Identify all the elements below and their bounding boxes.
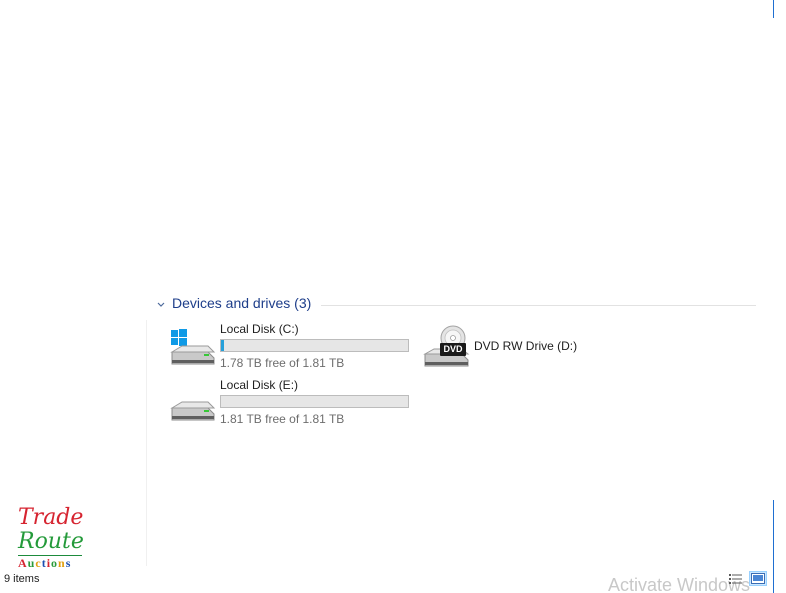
drive-name-e: Local Disk (E:) — [220, 378, 299, 392]
large-icons-view-icon[interactable] — [749, 571, 767, 586]
group-title: Devices and drives (3) — [172, 297, 312, 311]
logo-letter: n — [58, 556, 66, 570]
logo-line-trade: Trade — [18, 505, 84, 530]
group-divider-line — [321, 304, 756, 306]
capacity-bar-e — [220, 395, 409, 408]
drive-name-d: DVD RW Drive (D:) — [474, 339, 578, 353]
drive-name-c: Local Disk (C:) — [220, 322, 299, 336]
navigation-pane-divider[interactable] — [146, 320, 147, 566]
hard-drive-icon — [168, 378, 216, 426]
logo-line-auctions: Auctions — [18, 556, 88, 570]
file-explorer-window: Devices and drives (3) Local Disk (C:) 1… — [0, 0, 786, 593]
drive-item-d[interactable]: DVD DVD RW Drive (D:) — [422, 324, 577, 372]
dvd-icon-label: DVD — [443, 344, 463, 354]
window-border-top — [773, 0, 774, 18]
trade-route-auctions-logo: Trade Route Auctions — [18, 506, 88, 572]
drive-free-c: 1.78 TB free of 1.81 TB — [220, 356, 345, 370]
details-view-icon[interactable] — [728, 572, 744, 585]
window-border-bottom — [773, 500, 774, 593]
logo-letter: s — [65, 556, 72, 570]
drive-item-e[interactable]: Local Disk (E:) 1.81 TB free of 1.81 TB — [168, 378, 409, 426]
logo-letter: A — [18, 556, 28, 570]
chevron-down-icon[interactable] — [156, 300, 166, 310]
status-item-count: 9 items — [4, 573, 40, 585]
view-toggle-group — [728, 571, 767, 586]
capacity-fill-c — [221, 340, 225, 351]
drive-item-c[interactable]: Local Disk (C:) 1.78 TB free of 1.81 TB — [168, 322, 409, 370]
dvd-drive-icon: DVD — [422, 324, 470, 372]
logo-line-route: Route — [18, 529, 84, 554]
capacity-bar-c — [220, 339, 409, 352]
logo-letter: o — [51, 556, 59, 570]
windows-drive-icon — [168, 322, 216, 370]
devices-group-header[interactable]: Devices and drives (3) — [156, 297, 756, 313]
drive-free-e: 1.81 TB free of 1.81 TB — [220, 412, 345, 426]
